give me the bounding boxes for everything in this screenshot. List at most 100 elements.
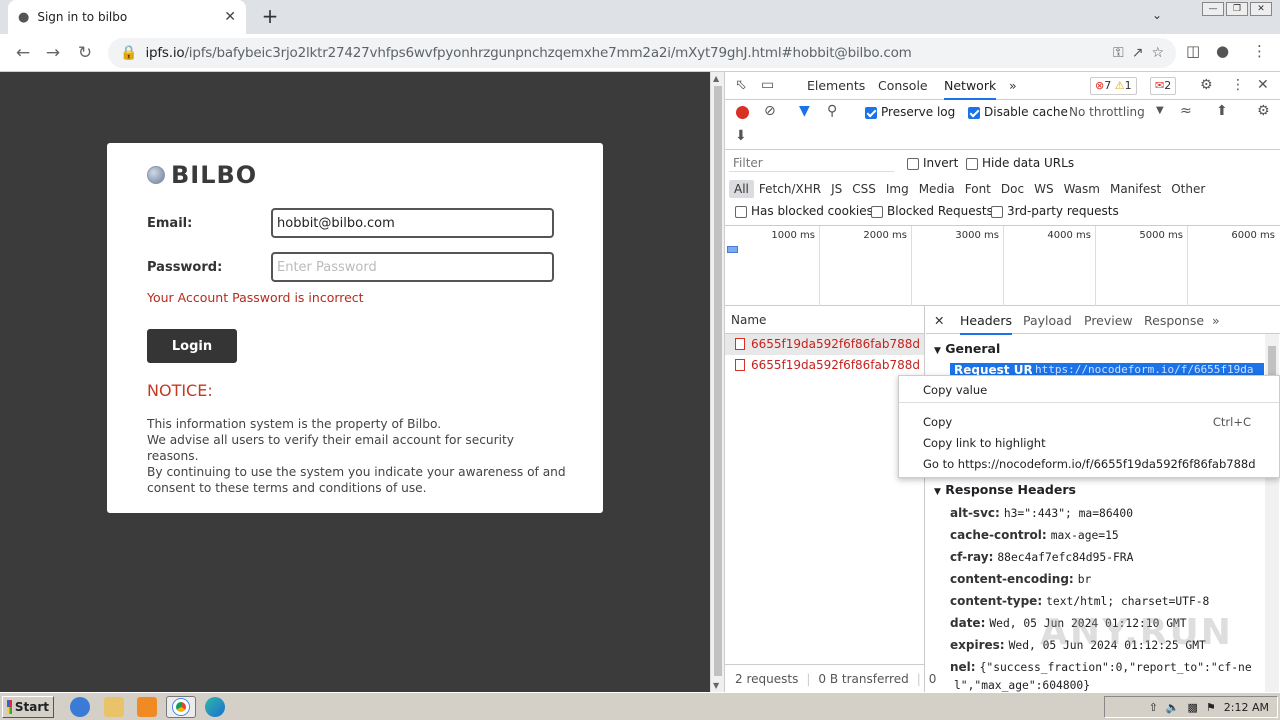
type-fetch-xhr[interactable]: Fetch/XHR (754, 180, 826, 198)
preserve-log-checkbox[interactable]: Preserve log (865, 105, 955, 119)
tab-network[interactable]: Network (944, 78, 997, 100)
type-all[interactable]: All (729, 180, 754, 198)
tray-arrow-icon[interactable]: ⇧ (1149, 701, 1158, 714)
key-icon[interactable]: ⚿ (1113, 45, 1124, 61)
checkbox-unchecked[interactable] (735, 205, 747, 218)
network-settings-icon[interactable]: ⚙ (1257, 103, 1270, 119)
details-scroll-thumb[interactable] (1268, 346, 1276, 376)
network-timeline[interactable]: 1000 ms 2000 ms 3000 ms 4000 ms 5000 ms … (725, 226, 1280, 306)
login-button[interactable]: Login (147, 329, 237, 363)
more-tabs-icon[interactable]: » (1009, 78, 1017, 93)
name-column-header[interactable]: Name (725, 306, 924, 334)
device-toolbar-icon[interactable]: ▭ (761, 77, 774, 93)
scroll-down-icon[interactable]: ▼ (713, 681, 719, 690)
profile-avatar-icon[interactable]: ● (1216, 42, 1229, 60)
side-panel-icon[interactable]: ◫ (1186, 42, 1200, 60)
errors-warnings-badge[interactable]: ⊗7 ⚠1 (1090, 77, 1137, 95)
record-icon[interactable] (736, 106, 749, 119)
close-details-icon[interactable]: ✕ (934, 313, 944, 328)
checkbox-unchecked[interactable] (871, 205, 883, 218)
menu-item-copy-value[interactable]: Copy value (923, 383, 987, 397)
new-tab-button[interactable]: + (258, 4, 282, 28)
forward-icon[interactable]: → (42, 42, 64, 64)
checkbox-checked[interactable] (865, 106, 877, 119)
browser-tab[interactable]: ● Sign in to bilbo ✕ (8, 0, 246, 34)
media-player-icon[interactable] (137, 697, 157, 717)
chrome-taskbar-button[interactable] (166, 696, 196, 718)
menu-item-goto[interactable]: Go to https://nocodeform.io/f/6655f19da5… (923, 457, 1256, 471)
page-scrollbar[interactable]: ▲ ▼ (710, 72, 724, 692)
internet-explorer-icon[interactable] (70, 697, 90, 717)
tab-headers[interactable]: Headers (960, 313, 1013, 335)
menu-kebab-icon[interactable]: ⋮ (1252, 42, 1267, 60)
throttling-select[interactable]: No throttling (1069, 105, 1145, 119)
hide-data-urls-checkbox[interactable]: Hide data URLs (966, 156, 1074, 170)
checkbox-unchecked[interactable] (907, 157, 919, 170)
type-img[interactable]: Img (881, 180, 914, 198)
header-row[interactable]: nel: {"success_fraction":0,"report_to":"c… (950, 660, 1252, 674)
clock[interactable]: 2:12 AM (1224, 701, 1269, 714)
type-doc[interactable]: Doc (996, 180, 1029, 198)
third-party-checkbox[interactable]: 3rd-party requests (991, 204, 1119, 218)
general-section-header[interactable]: ▼ General (934, 341, 1000, 356)
close-devtools-icon[interactable]: ✕ (1257, 77, 1269, 93)
export-har-icon[interactable]: ⬇ (735, 128, 747, 144)
response-headers-section-header[interactable]: ▼ Response Headers (934, 482, 1076, 497)
url-text[interactable]: ipfs.io/ipfs/bafybeic3rjo2lktr27427vhfps… (145, 45, 1105, 61)
header-row[interactable]: l","max_age":604800} (950, 678, 1090, 692)
type-ws[interactable]: WS (1029, 180, 1058, 198)
tab-elements[interactable]: Elements (807, 78, 865, 93)
more-detail-tabs-icon[interactable]: » (1212, 313, 1220, 328)
edge-icon[interactable] (205, 697, 225, 717)
disable-cache-checkbox[interactable]: Disable cache (968, 105, 1068, 119)
back-icon[interactable]: ← (12, 42, 34, 64)
header-row[interactable]: cf-ray: 88ec4af7efc84d95-FRA (950, 550, 1133, 564)
type-manifest[interactable]: Manifest (1105, 180, 1166, 198)
blocked-cookies-checkbox[interactable]: Has blocked cookies (735, 204, 873, 218)
file-explorer-icon[interactable] (104, 697, 124, 717)
checkbox-checked[interactable] (968, 106, 980, 119)
lock-icon[interactable]: 🔒 (120, 45, 137, 61)
header-row[interactable]: content-type: text/html; charset=UTF-8 (950, 594, 1209, 608)
share-icon[interactable]: ↗ (1132, 45, 1144, 61)
scroll-thumb[interactable] (714, 86, 722, 676)
search-icon[interactable]: ⚲ (827, 103, 837, 119)
checkbox-unchecked[interactable] (991, 205, 1003, 218)
invert-checkbox[interactable]: Invert (907, 156, 958, 170)
header-row[interactable]: content-encoding: br (950, 572, 1091, 586)
filter-icon[interactable]: ▼ (799, 103, 810, 119)
password-field[interactable] (271, 252, 554, 282)
tab-preview[interactable]: Preview (1084, 313, 1133, 328)
reload-icon[interactable]: ↻ (74, 42, 96, 64)
tab-response[interactable]: Response (1144, 313, 1204, 328)
tab-payload[interactable]: Payload (1023, 313, 1072, 328)
type-wasm[interactable]: Wasm (1059, 180, 1105, 198)
import-har-icon[interactable]: ⬆ (1216, 103, 1228, 119)
throttling-chevron-down-icon[interactable]: ▼ (1156, 105, 1164, 116)
email-field[interactable] (271, 208, 554, 238)
scroll-up-icon[interactable]: ▲ (713, 74, 719, 83)
settings-gear-icon[interactable]: ⚙ (1200, 77, 1213, 93)
network-conditions-icon[interactable]: ≈ (1180, 103, 1192, 119)
bookmark-star-icon[interactable]: ☆ (1151, 45, 1164, 61)
tab-console[interactable]: Console (878, 78, 928, 93)
network-tray-icon[interactable]: ▩ (1188, 701, 1198, 714)
blocked-requests-checkbox[interactable]: Blocked Requests (871, 204, 993, 218)
flag-icon[interactable]: ⚑ (1206, 701, 1216, 714)
inspect-element-icon[interactable]: ⬁ (735, 77, 747, 93)
minimize-icon[interactable]: — (1202, 2, 1224, 16)
menu-item-copy[interactable]: Copy (923, 415, 952, 429)
menu-item-copy-link[interactable]: Copy link to highlight (923, 436, 1046, 450)
issues-badge[interactable]: ✉2 (1150, 77, 1177, 95)
type-other[interactable]: Other (1166, 180, 1210, 198)
filter-input[interactable]: Filter (729, 154, 894, 172)
tab-search-chevron-icon[interactable]: ⌄ (1152, 8, 1162, 22)
header-row[interactable]: alt-svc: h3=":443"; ma=86400 (950, 506, 1133, 520)
devtools-menu-icon[interactable]: ⋮ (1231, 77, 1245, 93)
close-tab-icon[interactable]: ✕ (224, 9, 236, 25)
address-bar[interactable]: 🔒 ipfs.io/ipfs/bafybeic3rjo2lktr27427vhf… (108, 38, 1176, 68)
request-row[interactable]: 6655f19da592f6f86fab788d (725, 355, 924, 376)
maximize-icon[interactable]: ❐ (1226, 2, 1248, 16)
request-row[interactable]: 6655f19da592f6f86fab788d (725, 334, 924, 355)
type-font[interactable]: Font (960, 180, 996, 198)
